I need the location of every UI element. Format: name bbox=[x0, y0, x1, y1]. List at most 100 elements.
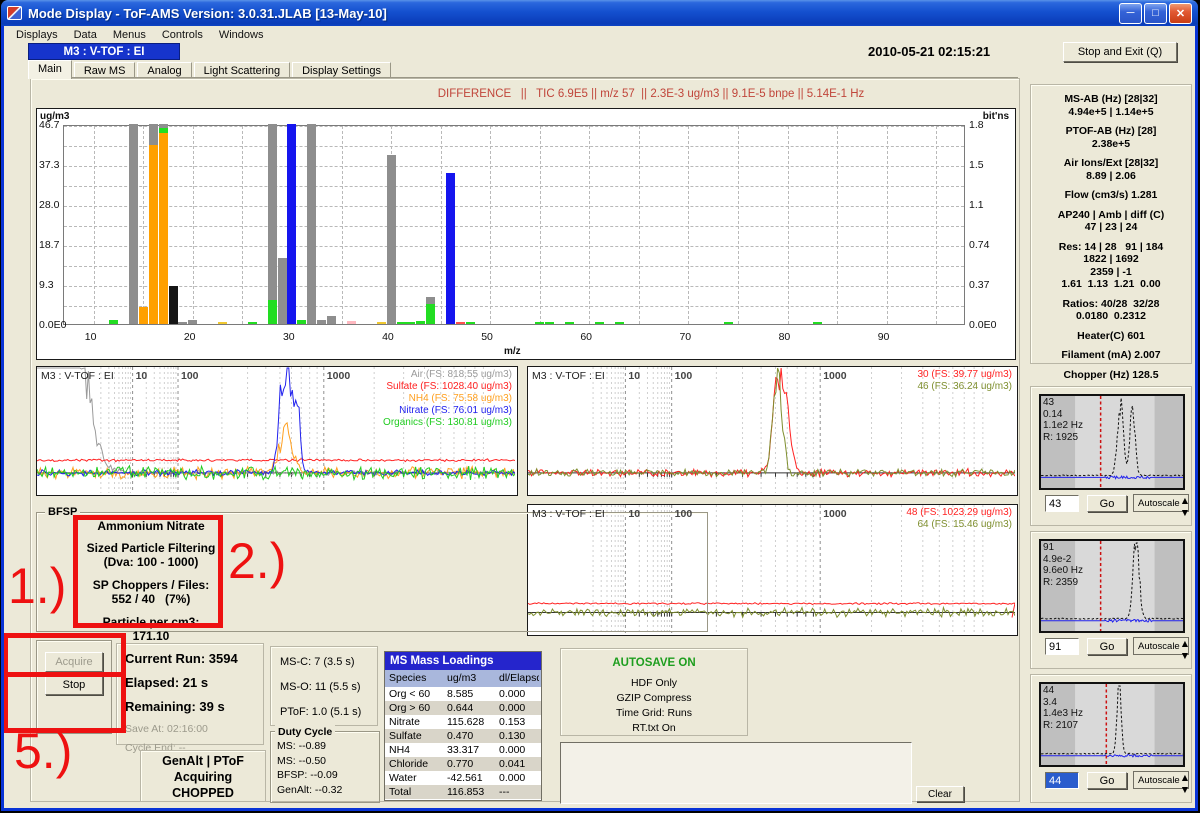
table-cell: 116.853 bbox=[443, 785, 495, 799]
table-cell: Org < 60 bbox=[385, 687, 443, 701]
autosave-panel: AUTOSAVE ON HDF OnlyGZIP CompressTime Gr… bbox=[560, 648, 748, 736]
stat-group-6: Ratios: 40/28 32/280.0180 0.2312 bbox=[1031, 298, 1191, 323]
table-row: NH433.3170.000 bbox=[385, 743, 541, 757]
stat-line: PTOF-AB (Hz) [28] bbox=[1031, 125, 1191, 138]
mz-input[interactable] bbox=[1045, 772, 1079, 789]
clear-log-button[interactable]: Clear bbox=[916, 786, 964, 802]
mode-tab[interactable]: M3 : V-TOF : EI bbox=[28, 43, 180, 60]
status-line-0: GenAlt | PToF bbox=[141, 753, 265, 769]
bar-mz-17 bbox=[159, 133, 168, 324]
legend-entry: Sulfate (FS: 1028.40 ug/m3) bbox=[383, 381, 512, 393]
menu-item-windows[interactable]: Windows bbox=[211, 27, 272, 43]
menu-item-controls[interactable]: Controls bbox=[154, 27, 211, 43]
autosave-status: AUTOSAVE ON bbox=[561, 657, 747, 669]
spinner-up-icon[interactable]: ▲ bbox=[1180, 495, 1190, 507]
stat-group-8: Filament (mA) 2.007 bbox=[1031, 349, 1191, 362]
bar-mz-33 bbox=[317, 320, 326, 324]
table-cell: 0.000 bbox=[495, 701, 539, 715]
x-axis-title: m/z bbox=[504, 346, 521, 357]
bar-mz-39 bbox=[377, 322, 386, 324]
bar-mz-47 bbox=[456, 322, 465, 324]
tab-analog[interactable]: Analog bbox=[137, 62, 191, 79]
column-header-Species: Species bbox=[385, 670, 443, 687]
bar-mz-14 bbox=[129, 124, 138, 324]
stat-group-0: MS-AB (Hz) [28|32]4.94e+5 | 1.14e+5 bbox=[1031, 93, 1191, 118]
window-title: Mode Display - ToF-AMS Version: 3.0.31.J… bbox=[28, 6, 387, 21]
bar-mz-15 bbox=[139, 307, 148, 324]
x-axis-decade-label: 10 bbox=[628, 370, 640, 382]
tab-display-settings[interactable]: Display Settings bbox=[292, 62, 391, 79]
plot-title: M3 : V-TOF : EI bbox=[41, 370, 114, 382]
menu-item-menus[interactable]: Menus bbox=[105, 27, 154, 43]
y-tick-right: 0.0E0 bbox=[969, 319, 996, 331]
peak-info-line: 91 bbox=[1043, 542, 1083, 554]
maximize-button[interactable]: □ bbox=[1144, 3, 1167, 24]
stat-line: Res: 14 | 28 91 | 184 bbox=[1031, 241, 1191, 254]
autoscale-spinner[interactable]: ▲▼ bbox=[1180, 772, 1190, 788]
stat-line: 47 | 23 | 24 bbox=[1031, 221, 1191, 234]
menu-item-displays[interactable]: Displays bbox=[8, 27, 66, 43]
bar-mz-63 bbox=[615, 322, 624, 324]
autoscale-spinner[interactable]: ▲▼ bbox=[1180, 495, 1190, 511]
title-bar[interactable]: Mode Display - ToF-AMS Version: 3.0.31.J… bbox=[1, 0, 1198, 26]
y-tick-right: 1.8 bbox=[969, 119, 984, 131]
bar-mz-41 bbox=[397, 322, 406, 324]
timing-line-2: PToF: 1.0 (5.1 s) bbox=[280, 706, 377, 718]
bar-mz-74 bbox=[724, 322, 733, 324]
table-cell: NH4 bbox=[385, 743, 443, 757]
legend-entry: Organics (FS: 130.81 ug/m3) bbox=[383, 417, 512, 429]
autoscale-control[interactable]: Autoscale▲▼ bbox=[1133, 637, 1189, 655]
peak-info-line: 44 bbox=[1043, 685, 1083, 697]
spinner-up-icon[interactable]: ▲ bbox=[1180, 638, 1190, 650]
peak-info-line: R: 2107 bbox=[1043, 720, 1083, 732]
stop-button[interactable]: Stop bbox=[45, 675, 103, 695]
go-button[interactable]: Go bbox=[1087, 638, 1127, 655]
spinner-down-icon[interactable]: ▼ bbox=[1180, 784, 1190, 796]
y-tick-left: 9.3 bbox=[39, 279, 61, 291]
x-tick: 70 bbox=[679, 331, 691, 343]
table-cell: 0.153 bbox=[495, 715, 539, 729]
acquire-button[interactable]: Acquire bbox=[45, 652, 103, 672]
x-axis-decade-label: 1000 bbox=[327, 370, 350, 382]
bar-mz-18 bbox=[169, 286, 178, 324]
bar-mz-32 bbox=[307, 124, 316, 324]
autosave-option-1: GZIP Compress bbox=[561, 691, 747, 706]
status-line-1: Acquiring bbox=[141, 769, 265, 785]
acquire-groupbox: Acquire Stop bbox=[36, 640, 112, 734]
autoscale-spinner[interactable]: ▲▼ bbox=[1180, 638, 1190, 654]
bar-mz-46 bbox=[446, 173, 455, 324]
stat-line: AP240 | Amb | diff (C) bbox=[1031, 209, 1191, 222]
spinner-up-icon[interactable]: ▲ bbox=[1180, 772, 1190, 784]
stop-and-exit-button[interactable]: Stop and Exit (Q) bbox=[1063, 42, 1177, 62]
spinner-down-icon[interactable]: ▼ bbox=[1180, 650, 1190, 662]
stat-group-3: Flow (cm3/s) 1.281 bbox=[1031, 189, 1191, 202]
y-tick-left: 0.0E0 bbox=[39, 319, 61, 331]
x-axis-decade-label: 100 bbox=[675, 508, 693, 520]
peak-info-line: R: 2359 bbox=[1043, 577, 1083, 589]
tab-light-scattering[interactable]: Light Scattering bbox=[194, 62, 290, 79]
minimize-button[interactable]: ─ bbox=[1119, 3, 1142, 24]
stat-line: MS-AB (Hz) [28|32] bbox=[1031, 93, 1191, 106]
y-tick-left: 18.7 bbox=[39, 239, 61, 251]
bar-mz-29 bbox=[278, 258, 287, 324]
message-log-area[interactable] bbox=[560, 742, 912, 804]
tab-main[interactable]: Main bbox=[28, 60, 72, 79]
menu-item-data[interactable]: Data bbox=[66, 27, 105, 43]
bar-mz-44 bbox=[426, 297, 435, 304]
peak-info-line: 0.14 bbox=[1043, 409, 1083, 421]
timing-line-0: MS-C: 7 (3.5 s) bbox=[280, 656, 377, 668]
tab-raw-ms[interactable]: Raw MS bbox=[74, 62, 136, 79]
mz-input[interactable] bbox=[1045, 495, 1079, 512]
close-button[interactable]: ✕ bbox=[1169, 3, 1192, 24]
stat-line: 4.94e+5 | 1.14e+5 bbox=[1031, 106, 1191, 119]
bar-mz-40 bbox=[387, 155, 396, 324]
peak-monitor-panel-43: 430.141.1e2 HzR: 1925GoAutoscale▲▼ bbox=[1030, 386, 1192, 526]
go-button[interactable]: Go bbox=[1087, 772, 1127, 789]
go-button[interactable]: Go bbox=[1087, 495, 1127, 512]
spinner-down-icon[interactable]: ▼ bbox=[1180, 507, 1190, 519]
autoscale-control[interactable]: Autoscale▲▼ bbox=[1133, 494, 1189, 512]
autoscale-control[interactable]: Autoscale▲▼ bbox=[1133, 771, 1189, 789]
stat-group-4: AP240 | Amb | diff (C)47 | 23 | 24 bbox=[1031, 209, 1191, 234]
mz-input[interactable] bbox=[1045, 638, 1079, 655]
legend-entry: 46 (FS: 36.24 ug/m3) bbox=[918, 381, 1013, 393]
